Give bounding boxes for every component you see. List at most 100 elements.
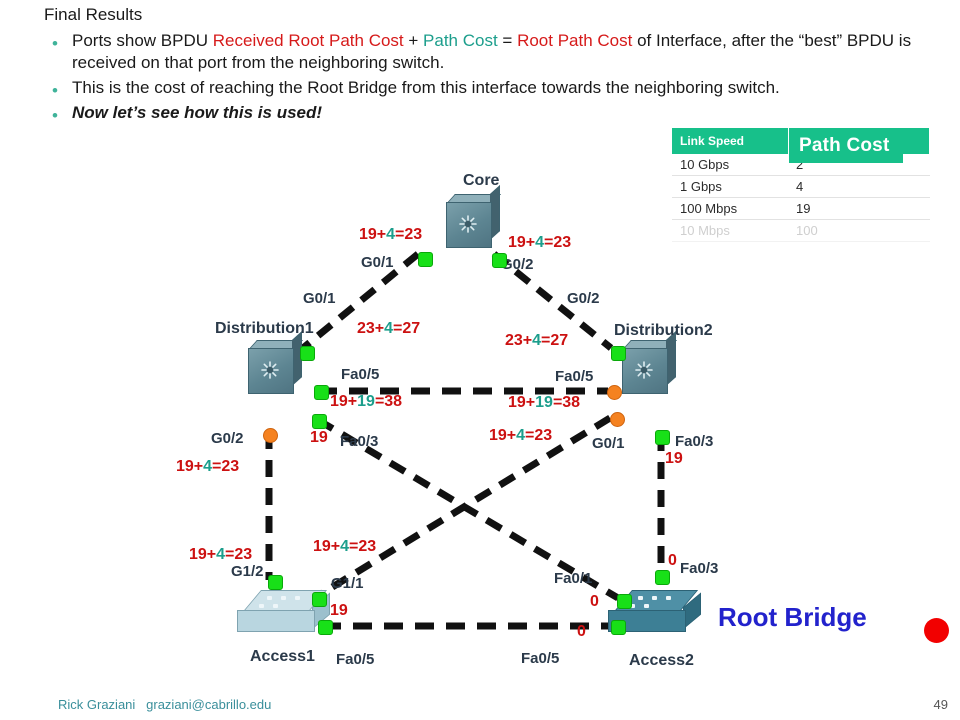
cost-segment: =23	[395, 226, 423, 243]
iface-dist1-fa0-3-label: Fa0/3	[340, 433, 379, 450]
cost-dist1-g0-1: 23+4=27	[357, 320, 420, 338]
cost-dist2-g0-2: 23+4=27	[505, 332, 568, 350]
bullet-text-segment: +	[403, 31, 424, 50]
cost-segment: 19+	[330, 393, 358, 410]
iface-access2-fa0-3-label: Fa0/3	[680, 560, 719, 577]
bullet-marker-icon: •	[52, 34, 58, 53]
bullet-text: This is the cost of reaching the Root Br…	[72, 77, 924, 99]
bullet-item: • Now let’s see how this is used!	[44, 102, 924, 124]
bullet-marker-icon: •	[52, 81, 58, 100]
red-circle-marker	[924, 618, 949, 643]
bullet-text-segment: =	[497, 31, 518, 50]
cost-segment: 23+	[357, 320, 385, 337]
cost-access1-fa0-5: 19	[330, 602, 348, 620]
iface-dist2-fa0-3-label: Fa0/3	[675, 433, 714, 450]
cost-core-g0-1: 19+4=23	[359, 226, 422, 244]
iface-dist2-g0-2-label: G0/2	[567, 290, 600, 307]
port-dist2-g0-1	[610, 412, 625, 427]
bullet-text-segment: This is the cost of reaching the Root Br…	[72, 78, 780, 97]
cost-segment: 23+	[505, 332, 533, 349]
port-dist2-g0-2	[611, 346, 626, 361]
device-access1-label: Access1	[250, 648, 315, 665]
cost-access1-g1-2: 19+4=23	[189, 546, 252, 564]
slide-root: Final Results • Ports show BPDU Received …	[0, 0, 960, 720]
iface-core-g0-1-label: G0/1	[361, 254, 394, 271]
iface-access1-fa0-5-label: Fa0/5	[336, 651, 375, 668]
device-distribution2-label: Distribution2	[614, 322, 713, 339]
bullet-marker-icon: •	[52, 106, 58, 125]
cost-dist1-g0-2: 19+4=23	[176, 458, 239, 476]
cost-segment: 4	[532, 332, 542, 349]
cost-segment: 4	[340, 538, 350, 555]
port-access2-fa0-1	[617, 594, 632, 609]
cost-segment: 19+	[176, 458, 204, 475]
cost-segment: 0	[590, 593, 599, 610]
port-dist2-fa0-3	[655, 430, 670, 445]
cost-dist2-g0-1: 19+4=23	[489, 427, 552, 445]
cost-segment: =23	[544, 234, 572, 251]
port-dist2-fa0-5	[607, 385, 622, 400]
cost-segment: 19	[330, 602, 348, 619]
port-dist1-g0-2	[263, 428, 278, 443]
switch-glyph	[459, 215, 477, 233]
device-access2-label: Access2	[629, 652, 694, 669]
port-access1-fa0-5	[318, 620, 333, 635]
distribution1-switch-icon	[244, 330, 304, 398]
bullet-item: • Ports show BPDU Received Root Path Cost…	[44, 30, 924, 74]
cost-segment: =27	[393, 320, 421, 337]
cost-segment: 4	[516, 427, 526, 444]
cost-segment: =23	[349, 538, 377, 555]
iface-dist2-fa0-5-label: Fa0/5	[555, 368, 594, 385]
cost-access2-fa0-5: 0	[577, 623, 586, 641]
cost-segment: =23	[225, 546, 253, 563]
port-core-g0-1	[418, 252, 433, 267]
cost-dist2-fa0-5: 19+19=38	[508, 394, 580, 412]
cost-segment: 19+	[489, 427, 517, 444]
cost-segment: 19	[535, 394, 553, 411]
cost-segment: =23	[212, 458, 240, 475]
switch-glyph	[635, 361, 653, 379]
cost-segment: 4	[384, 320, 394, 337]
cost-access1-g1-1: 19+4=23	[313, 538, 376, 556]
cost-segment: =27	[541, 332, 569, 349]
cost-segment: 4	[386, 226, 396, 243]
cost-dist1-fa0-3: 19	[310, 429, 328, 447]
footer-credit: Rick Graziani graziani@cabrillo.edu	[58, 697, 271, 712]
cost-segment: 19	[310, 429, 328, 446]
port-dist1-fa0-5	[314, 385, 329, 400]
cost-segment: 19	[357, 393, 375, 410]
iface-access2-fa0-1-label: Fa0/1	[554, 570, 593, 587]
cost-segment: 19+	[189, 546, 217, 563]
cost-segment: 19+	[508, 394, 536, 411]
port-access1-g1-1	[312, 592, 327, 607]
cost-segment: 19+	[359, 226, 387, 243]
port-access2-fa0-3	[655, 570, 670, 585]
iface-access1-g1-1-label: G1/1	[331, 575, 364, 592]
cost-segment: 4	[203, 458, 213, 475]
cost-segment: 19+	[508, 234, 536, 251]
footer-email: graziani@cabrillo.edu	[146, 697, 272, 712]
cost-segment: 4	[216, 546, 226, 563]
cost-segment: 4	[535, 234, 545, 251]
bullet-list: • Ports show BPDU Received Root Path Cost…	[44, 30, 924, 127]
device-core-label: Core	[463, 172, 500, 189]
cost-segment: 19+	[313, 538, 341, 555]
bullet-text: Now let’s see how this is used!	[72, 102, 924, 124]
page-number: 49	[933, 697, 948, 712]
iface-dist2-g0-1-label: G0/1	[592, 435, 625, 452]
port-access1-g1-2	[268, 575, 283, 590]
iface-dist1-g0-1-label: G0/1	[303, 290, 336, 307]
port-access2-fa0-5	[611, 620, 626, 635]
stp-topology-diagram: Root Bridge Core Distribution1 Distributio…	[0, 150, 960, 690]
cost-core-g0-2: 19+4=23	[508, 234, 571, 252]
port-dist1-g0-1	[300, 346, 315, 361]
bullet-item: • This is the cost of reaching the Root B…	[44, 77, 924, 99]
cost-segment: =38	[374, 393, 403, 410]
bullet-text-segment: Ports show BPDU	[72, 31, 213, 50]
bullet-text-segment: Path Cost	[423, 31, 498, 50]
cost-segment: 19	[665, 450, 683, 467]
port-core-g0-2	[492, 253, 507, 268]
cost-dist1-fa0-5: 19+19=38	[330, 393, 402, 411]
bullet-text-segment: Root Path Cost	[517, 31, 633, 50]
cost-segment: 0	[577, 623, 586, 640]
